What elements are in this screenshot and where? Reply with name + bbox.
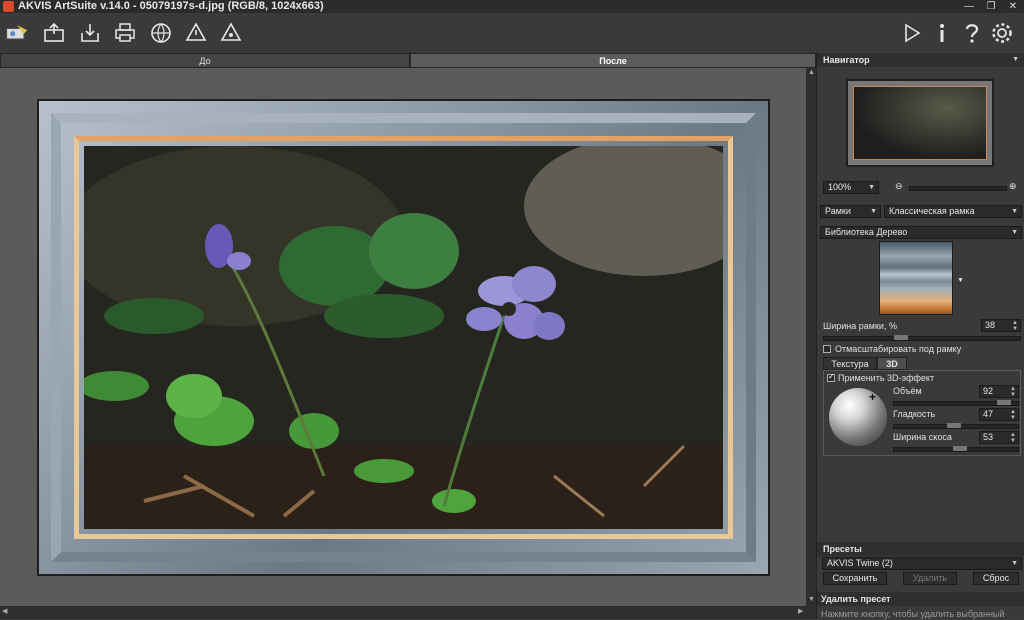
plugin-icon[interactable] bbox=[219, 21, 243, 45]
slider-thumb[interactable] bbox=[894, 335, 908, 340]
frame-preset-swatch[interactable] bbox=[879, 241, 953, 315]
volume-label: Объём bbox=[893, 386, 922, 396]
navigator-header[interactable]: Навигатор ▼ bbox=[817, 53, 1024, 67]
frame-width-input[interactable]: 38 ▲ ▼ bbox=[981, 319, 1021, 332]
library-select[interactable]: Библиотека Дерево ▼ bbox=[820, 226, 1022, 239]
spinner-icon[interactable]: ▲ ▼ bbox=[1010, 409, 1016, 421]
light-direction-sphere[interactable]: + bbox=[829, 388, 887, 446]
print-icon[interactable] bbox=[113, 21, 137, 45]
slider-thumb[interactable] bbox=[947, 423, 961, 428]
presets-title: Пресеты bbox=[823, 544, 862, 554]
apply-3d-checkbox[interactable] bbox=[827, 372, 835, 382]
navigator-image bbox=[853, 86, 987, 160]
app-logo-icon[interactable] bbox=[5, 20, 33, 44]
frame-width-value: 38 bbox=[985, 320, 996, 330]
window-title: AKVIS ArtSuite v.14.0 - 05079197s-d.jpg … bbox=[18, 0, 324, 12]
maximize-button[interactable]: ❐ bbox=[980, 0, 1002, 13]
scroll-right-icon[interactable]: ▶ bbox=[798, 607, 803, 617]
scale-to-frame-label: Отмасштабировать под рамку bbox=[835, 344, 962, 354]
swatch-dropdown-icon[interactable]: ▼ bbox=[957, 275, 964, 286]
presets-header: Пресеты bbox=[817, 542, 1024, 556]
open-icon[interactable] bbox=[42, 21, 66, 45]
zoom-out-icon[interactable]: ⊖ bbox=[895, 181, 903, 192]
view-tabs: До После bbox=[0, 53, 816, 68]
scroll-left-icon[interactable]: ◀ bbox=[2, 607, 7, 617]
vertical-scrollbar[interactable]: ▲ ▼ bbox=[806, 68, 816, 606]
spinner-icon[interactable]: ▲ ▼ bbox=[1012, 320, 1018, 332]
smoothness-slider[interactable] bbox=[893, 423, 1019, 429]
minimize-button[interactable]: — bbox=[958, 0, 980, 13]
frame-width-label: Ширина рамки, % bbox=[823, 321, 897, 331]
info-icon[interactable] bbox=[930, 21, 954, 45]
category-value: Рамки bbox=[825, 206, 851, 216]
bevel-width-slider[interactable] bbox=[893, 446, 1019, 452]
spinner-icon[interactable]: ▲ ▼ bbox=[1010, 432, 1016, 444]
zoom-value: 100% bbox=[828, 182, 852, 192]
chevron-down-icon: ▼ bbox=[1011, 208, 1018, 215]
framed-image bbox=[39, 101, 768, 574]
spinner-icon[interactable]: ▲ ▼ bbox=[1010, 386, 1016, 398]
volume-value: 92 bbox=[983, 386, 994, 396]
hint-text: Нажмите кнопку, чтобы удалить выбранный bbox=[821, 609, 1005, 619]
delete-preset-button[interactable]: Удалить bbox=[903, 572, 957, 585]
category-select[interactable]: Рамки ▼ bbox=[820, 205, 881, 218]
toolbar bbox=[0, 13, 1024, 54]
scale-to-frame-checkbox[interactable] bbox=[823, 345, 831, 353]
help-icon[interactable] bbox=[960, 21, 984, 45]
navigator-preview[interactable] bbox=[846, 79, 994, 167]
chevron-down-icon: ▼ bbox=[870, 208, 877, 215]
bevel-width-label: Ширина скоса bbox=[893, 432, 952, 442]
chevron-down-icon: ▼ bbox=[1011, 560, 1018, 567]
app-icon bbox=[3, 1, 14, 12]
zoom-select[interactable]: 100% ▼ bbox=[823, 181, 879, 194]
hint-header: Удалить пресет bbox=[817, 592, 1024, 606]
tab-after[interactable]: После bbox=[410, 53, 816, 68]
scroll-up-icon[interactable]: ▲ bbox=[808, 68, 815, 78]
smoothness-input[interactable]: 47 ▲ ▼ bbox=[979, 408, 1019, 421]
settings-icon[interactable] bbox=[990, 21, 1014, 45]
share-icon[interactable] bbox=[149, 21, 173, 45]
smoothness-value: 47 bbox=[983, 409, 994, 419]
title-bar: AKVIS ArtSuite v.14.0 - 05079197s-d.jpg … bbox=[0, 0, 1024, 13]
frame-width-slider[interactable] bbox=[823, 335, 1021, 341]
tab-3d[interactable]: 3D bbox=[877, 357, 907, 370]
reset-preset-button[interactable]: Сброс bbox=[973, 572, 1019, 585]
bevel-width-value: 53 bbox=[983, 432, 994, 442]
library-value: Дерево bbox=[876, 227, 908, 237]
tab-before[interactable]: До bbox=[0, 53, 410, 68]
apply-3d-label: Применить 3D-эффект bbox=[838, 373, 935, 383]
photo bbox=[84, 146, 723, 529]
zoom-in-icon[interactable]: ⊕ bbox=[1009, 181, 1017, 192]
chevron-down-icon[interactable]: ▼ bbox=[1012, 53, 1019, 67]
violet-photo-illustration bbox=[84, 146, 723, 529]
frame-type-value: Классическая рамка bbox=[889, 206, 975, 216]
zoom-slider[interactable] bbox=[909, 186, 1007, 191]
preset-select[interactable]: AKVIS Twine (2) ▼ bbox=[822, 557, 1022, 570]
batch-icon[interactable] bbox=[184, 21, 208, 45]
hint-title: Удалить пресет bbox=[821, 594, 891, 604]
library-label: Библиотека bbox=[825, 227, 874, 237]
close-button[interactable]: ✕ bbox=[1002, 0, 1024, 13]
light-crosshair-icon[interactable]: + bbox=[869, 390, 876, 404]
save-icon[interactable] bbox=[78, 21, 102, 45]
save-preset-button[interactable]: Сохранить bbox=[823, 572, 887, 585]
volume-slider[interactable] bbox=[893, 400, 1019, 406]
smoothness-label: Гладкость bbox=[893, 409, 936, 419]
horizontal-scrollbar[interactable]: ◀ ▶ bbox=[0, 606, 816, 619]
slider-thumb[interactable] bbox=[997, 400, 1011, 405]
chevron-down-icon: ▼ bbox=[1011, 229, 1018, 236]
slider-thumb[interactable] bbox=[953, 446, 967, 451]
preset-value: AKVIS Twine (2) bbox=[827, 558, 893, 568]
navigator-title: Навигатор bbox=[823, 55, 870, 65]
image-canvas[interactable] bbox=[0, 68, 806, 606]
frame-type-select[interactable]: Классическая рамка ▼ bbox=[884, 205, 1022, 218]
settings-panel: Навигатор ▼ 100% ▼ ⊖ ⊕ Рамки ▼ Классическа… bbox=[816, 53, 1024, 619]
run-icon[interactable] bbox=[900, 21, 924, 45]
window-controls: — ❐ ✕ bbox=[958, 0, 1024, 13]
chevron-down-icon: ▼ bbox=[868, 184, 875, 191]
tab-texture[interactable]: Текстура bbox=[823, 357, 877, 370]
volume-input[interactable]: 92 ▲ ▼ bbox=[979, 385, 1019, 398]
scroll-down-icon[interactable]: ▼ bbox=[808, 595, 815, 605]
bevel-width-input[interactable]: 53 ▲ ▼ bbox=[979, 431, 1019, 444]
